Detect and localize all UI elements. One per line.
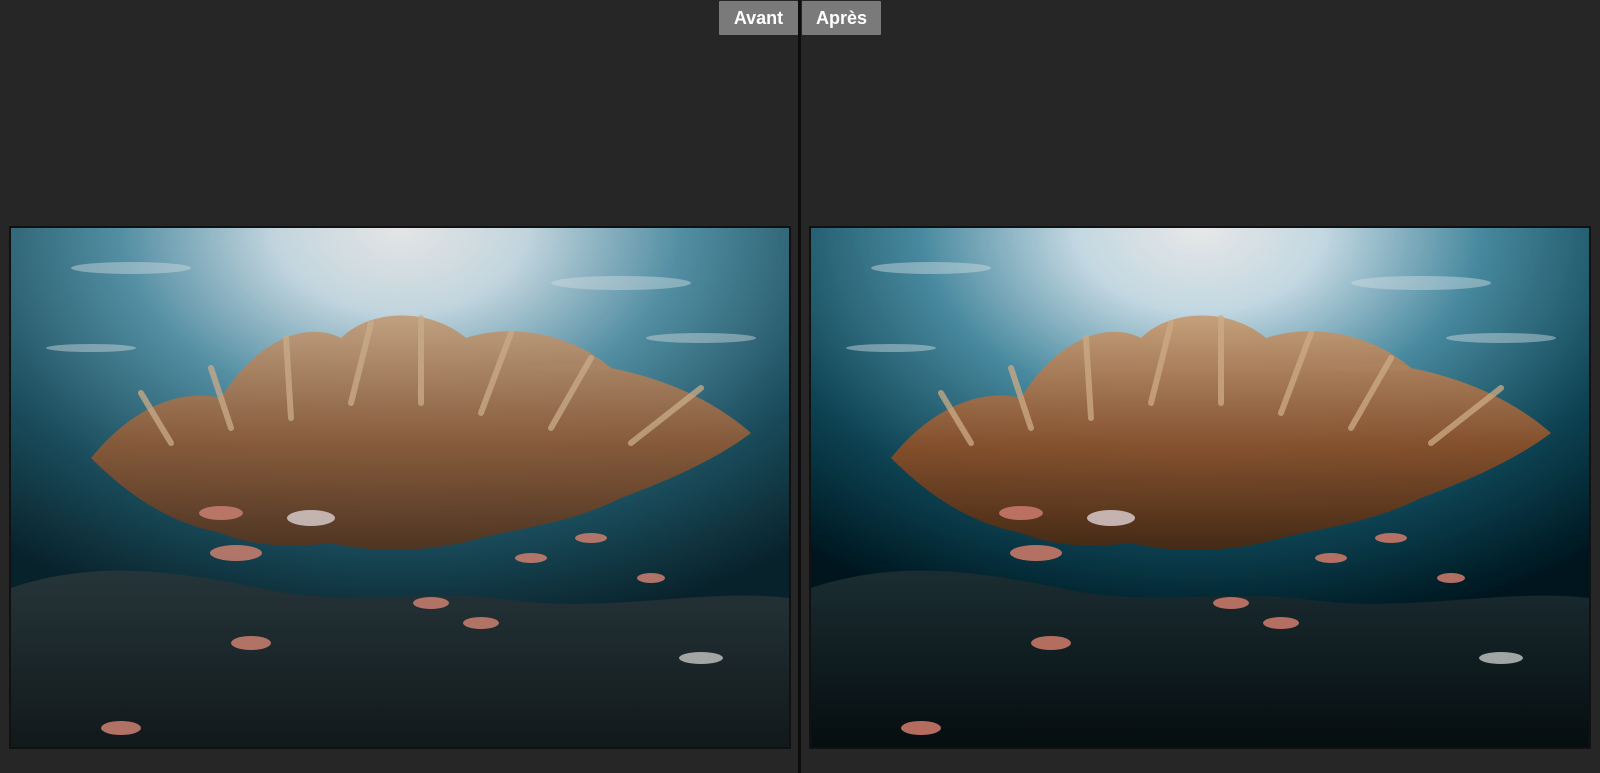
before-label[interactable]: Avant	[719, 1, 798, 35]
compare-view: Avant Après	[0, 0, 1600, 773]
compare-divider[interactable]	[798, 0, 801, 773]
after-photo	[811, 228, 1589, 747]
underwater-scene	[811, 228, 1589, 747]
after-label[interactable]: Après	[802, 1, 881, 35]
before-photo	[11, 228, 789, 747]
underwater-scene	[11, 228, 789, 747]
